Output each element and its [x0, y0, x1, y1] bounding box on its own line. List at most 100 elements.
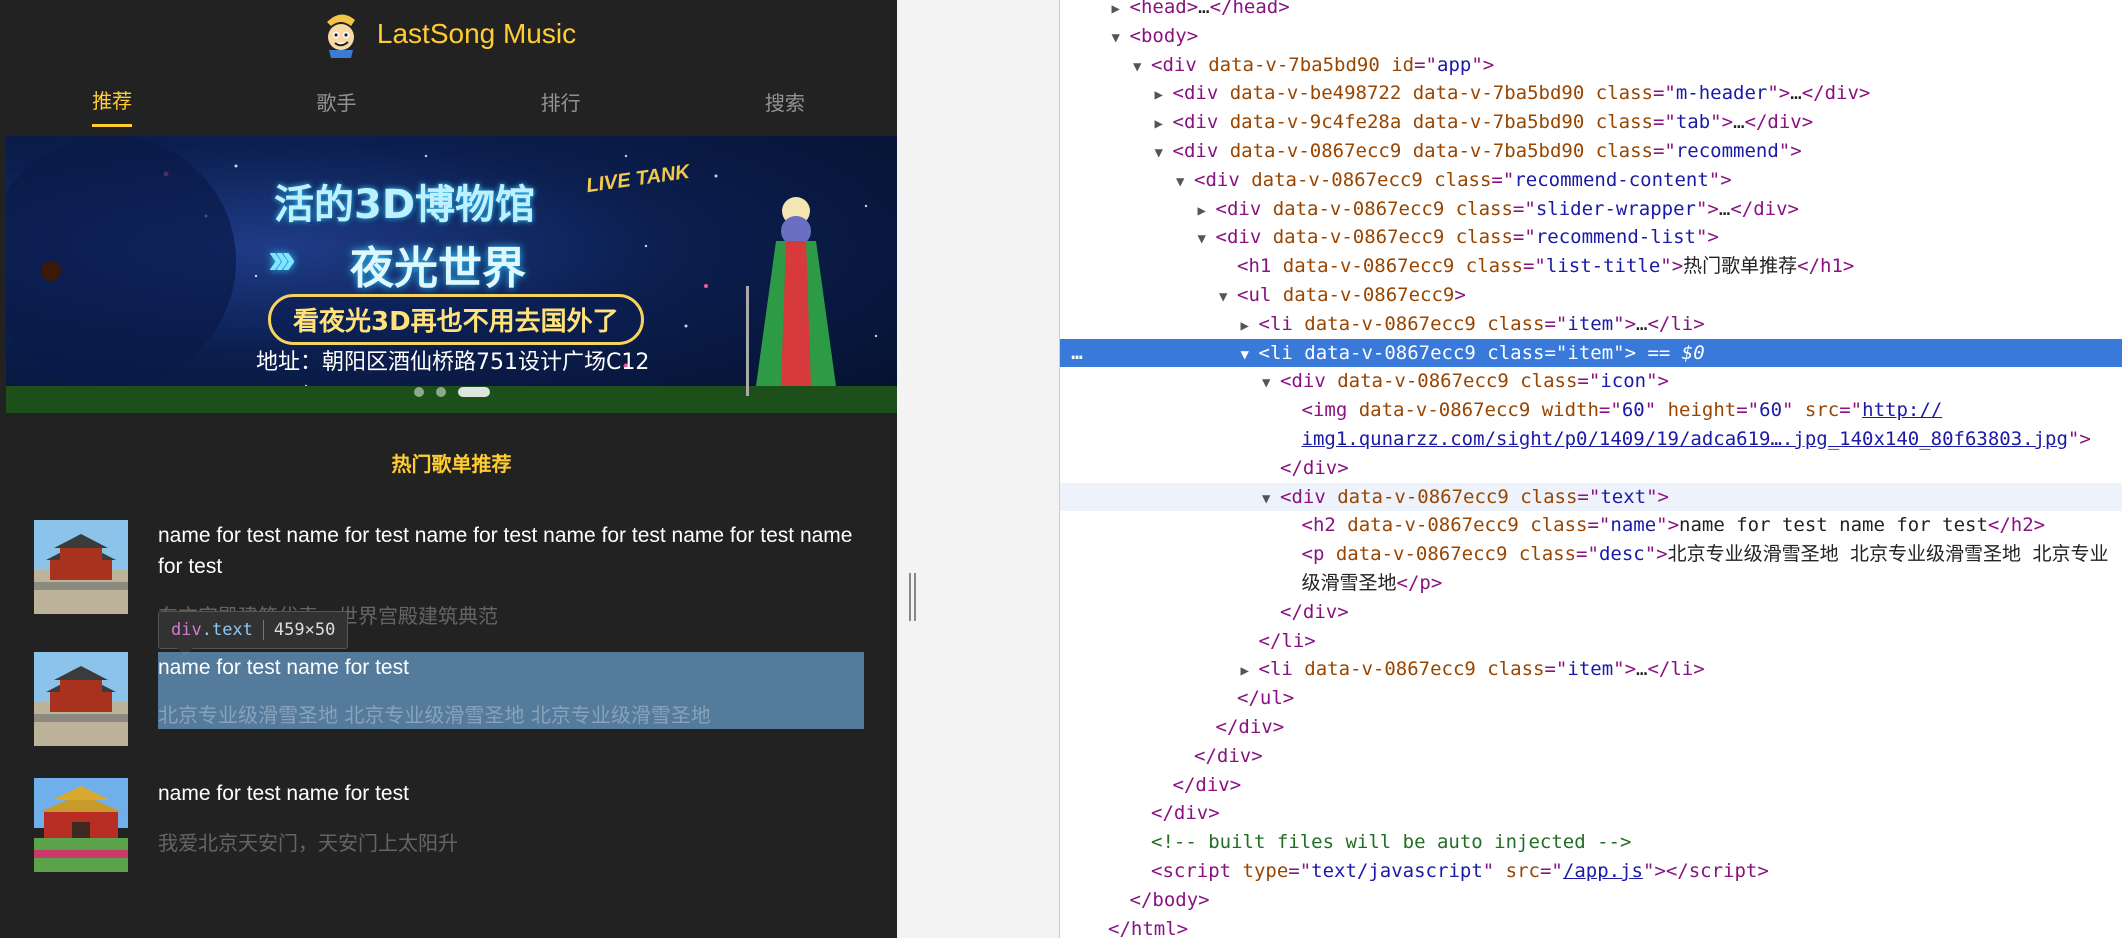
- dom-token: </body>: [1129, 888, 1210, 911]
- dom-node-line[interactable]: ▶ <div data-v-9c4fe28a data-v-7ba5bd90 cl…: [1060, 108, 2122, 136]
- dom-node-line[interactable]: ▼ <div data-v-0867ecc9 class="recommend-l…: [1060, 223, 2122, 251]
- dom-token: =": [1414, 53, 1437, 76]
- elements-panel: ▶ <head>…</head> ▼ <body> ▼ <div data-v-7ba5b…: [1060, 0, 2122, 938]
- expand-triangle-icon[interactable]: ▼: [1198, 225, 1216, 253]
- dom-node-line[interactable]: <p data-v-0867ecc9 class="desc">北京专业级滑雪圣…: [1060, 540, 2122, 568]
- dom-token: …: [1790, 82, 1802, 105]
- slider-dot-active[interactable]: [457, 387, 490, 397]
- dom-token: <body>: [1129, 24, 1199, 47]
- slider-dots: [6, 387, 897, 397]
- collapse-triangle-icon[interactable]: ▶: [1155, 110, 1173, 138]
- dom-token: …: [1636, 312, 1648, 335]
- dom-node-line[interactable]: <!-- built files will be auto injected -…: [1060, 828, 2122, 856]
- dom-token: <h2: [1301, 514, 1348, 537]
- list-item[interactable]: name for test name for test 北京专业级滑雪圣地 北京…: [34, 652, 864, 746]
- slider-dot[interactable]: [435, 387, 446, 397]
- dom-node-line[interactable]: ▶ <li data-v-0867ecc9 class="item">…</li>: [1060, 310, 2122, 338]
- dom-token: =": [1288, 860, 1312, 882]
- collapse-triangle-icon[interactable]: ▶: [1112, 0, 1130, 23]
- slider-dot[interactable]: [413, 387, 424, 397]
- dom-token: m-header: [1675, 82, 1768, 105]
- expand-triangle-icon[interactable]: ▼: [1241, 341, 1259, 369]
- collapse-triangle-icon[interactable]: ▶: [1198, 197, 1216, 225]
- dom-node-line[interactable]: ▶ <head>…</head>: [1060, 0, 2122, 21]
- dom-token: >: [1454, 284, 1466, 306]
- dom-token: type: [1242, 860, 1289, 882]
- dom-token: …: [1733, 111, 1745, 134]
- collapse-triangle-icon[interactable]: ▶: [1155, 81, 1173, 109]
- dom-node-line[interactable]: ▼ <ul data-v-0867ecc9>: [1060, 281, 2122, 309]
- dom-node-line[interactable]: <h1 data-v-0867ecc9 class="list-title">热…: [1060, 252, 2122, 280]
- tab-search[interactable]: 搜索: [673, 67, 897, 135]
- dom-node-line[interactable]: <script type="text/javascript" src="/app…: [1060, 857, 2122, 885]
- dom-token: ">: [1778, 140, 1802, 162]
- tooltip-class: .text: [201, 620, 253, 640]
- dom-node-line[interactable]: </ul>: [1060, 684, 2122, 712]
- dom-node-line[interactable]: <img data-v-0867ecc9 width="60" height="…: [1060, 396, 2122, 424]
- dom-token: <p: [1301, 543, 1336, 566]
- dom-node-line[interactable]: </html>: [1060, 915, 2122, 938]
- tooltip-divider: [262, 620, 264, 640]
- dom-token: ">: [2067, 428, 2091, 450]
- dom-node-line[interactable]: <h2 data-v-0867ecc9 class="name">name fo…: [1060, 511, 2122, 539]
- dom-token: data-v-0867ecc9 class: [1282, 255, 1523, 278]
- dom-token: item: [1567, 312, 1614, 335]
- dom-node-line[interactable]: ▼ <div data-v-7ba5bd90 id="app">: [1060, 51, 2122, 79]
- dom-token: src: [1804, 399, 1840, 422]
- dom-node-line[interactable]: ▶ <div data-v-be498722 data-v-7ba5bd90 cl…: [1060, 79, 2122, 107]
- dom-node-line[interactable]: ▶ <li data-v-0867ecc9 class="item">…</li>: [1060, 655, 2122, 683]
- dom-token: =": [1522, 255, 1546, 278]
- dom-token: <div: [1151, 53, 1209, 76]
- tab-label: 搜索: [764, 92, 805, 115]
- dom-token: </div>: [1172, 773, 1242, 796]
- dom-node-line[interactable]: </div>: [1060, 742, 2122, 770]
- dom-node-line[interactable]: ▼ <div data-v-0867ecc9 data-v-7ba5bd90 cl…: [1060, 137, 2122, 165]
- source-link[interactable]: img1.qunarzz.com/sight/p0/1409/19/adca61…: [1302, 428, 2068, 450]
- dom-token: <!-- built files will be auto injected -…: [1151, 831, 1632, 854]
- dom-token: =": [1544, 658, 1568, 681]
- list-item[interactable]: name for test name for test 我爱北京天安门，天安门上…: [34, 778, 864, 872]
- source-link[interactable]: http://: [1862, 399, 1942, 421]
- dom-node-line[interactable]: </div>: [1060, 454, 2122, 482]
- dom-node-line[interactable]: </div>: [1060, 771, 2122, 799]
- dom-token: ">: [1695, 197, 1719, 220]
- dom-node-line[interactable]: ▼ <body>: [1060, 22, 2122, 50]
- dom-node-line[interactable]: </body>: [1060, 886, 2122, 914]
- expand-triangle-icon[interactable]: ▼: [1133, 53, 1151, 81]
- dom-token: ">: [1646, 485, 1669, 508]
- expand-triangle-icon[interactable]: ▼: [1262, 369, 1280, 397]
- collapse-triangle-icon[interactable]: ▶: [1241, 312, 1259, 340]
- dom-node-line[interactable]: </div>: [1060, 713, 2122, 741]
- dom-node-line[interactable]: ▼ <div data-v-0867ecc9 class="icon">: [1060, 367, 2122, 395]
- dom-token: text: [1600, 485, 1647, 508]
- pane-splitter[interactable]: [897, 0, 1060, 938]
- tab-recommend[interactable]: 推荐: [0, 67, 224, 135]
- dom-node-line[interactable]: ▶ <div data-v-0867ecc9 class="slider-wrap…: [1060, 195, 2122, 223]
- collapse-triangle-icon[interactable]: ▶: [1241, 657, 1259, 685]
- dom-node-line[interactable]: 级滑雪圣地</p>: [1060, 569, 2122, 597]
- expand-triangle-icon[interactable]: ▼: [1219, 283, 1237, 311]
- dom-node-line[interactable]: </div>: [1060, 799, 2122, 827]
- dom-node-line[interactable]: img1.qunarzz.com/sight/p0/1409/19/adca61…: [1060, 425, 2122, 453]
- drag-handle-icon[interactable]: [909, 573, 917, 621]
- expand-triangle-icon[interactable]: ▼: [1155, 139, 1173, 167]
- dom-node-line[interactable]: ▼ <div data-v-0867ecc9 class="text">: [1060, 482, 2122, 513]
- dom-node-line[interactable]: </li>: [1060, 627, 2122, 655]
- tab-singer[interactable]: 歌手: [224, 67, 448, 135]
- more-options-icon[interactable]: …: [1062, 339, 1092, 367]
- dom-node-selected[interactable]: ▼ <li data-v-0867ecc9 class="item"> == $0…: [1060, 338, 2122, 369]
- expand-triangle-icon[interactable]: ▼: [1176, 168, 1194, 196]
- dom-token: </div>: [1151, 802, 1220, 825]
- dom-token: =": [1512, 197, 1536, 220]
- dom-node-line[interactable]: ▼ <div data-v-0867ecc9 class="recommend-c…: [1060, 166, 2122, 194]
- dom-node-line[interactable]: </div>: [1060, 598, 2122, 626]
- tab-rank[interactable]: 排行: [449, 67, 673, 135]
- expand-triangle-icon[interactable]: ▼: [1262, 485, 1280, 513]
- dom-token: <img: [1301, 399, 1359, 422]
- source-link[interactable]: /app.js: [1563, 860, 1643, 882]
- banner-slider[interactable]: LIVE TANK 活的3D博物馆 ››› 夜光世界 看夜光3D再也不用去国外了…: [6, 136, 897, 413]
- expand-triangle-icon[interactable]: ▼: [1112, 24, 1130, 52]
- dom-token: </li>: [1258, 629, 1316, 652]
- dom-token: ">: [1644, 543, 1668, 566]
- dom-token: <h1: [1237, 255, 1283, 278]
